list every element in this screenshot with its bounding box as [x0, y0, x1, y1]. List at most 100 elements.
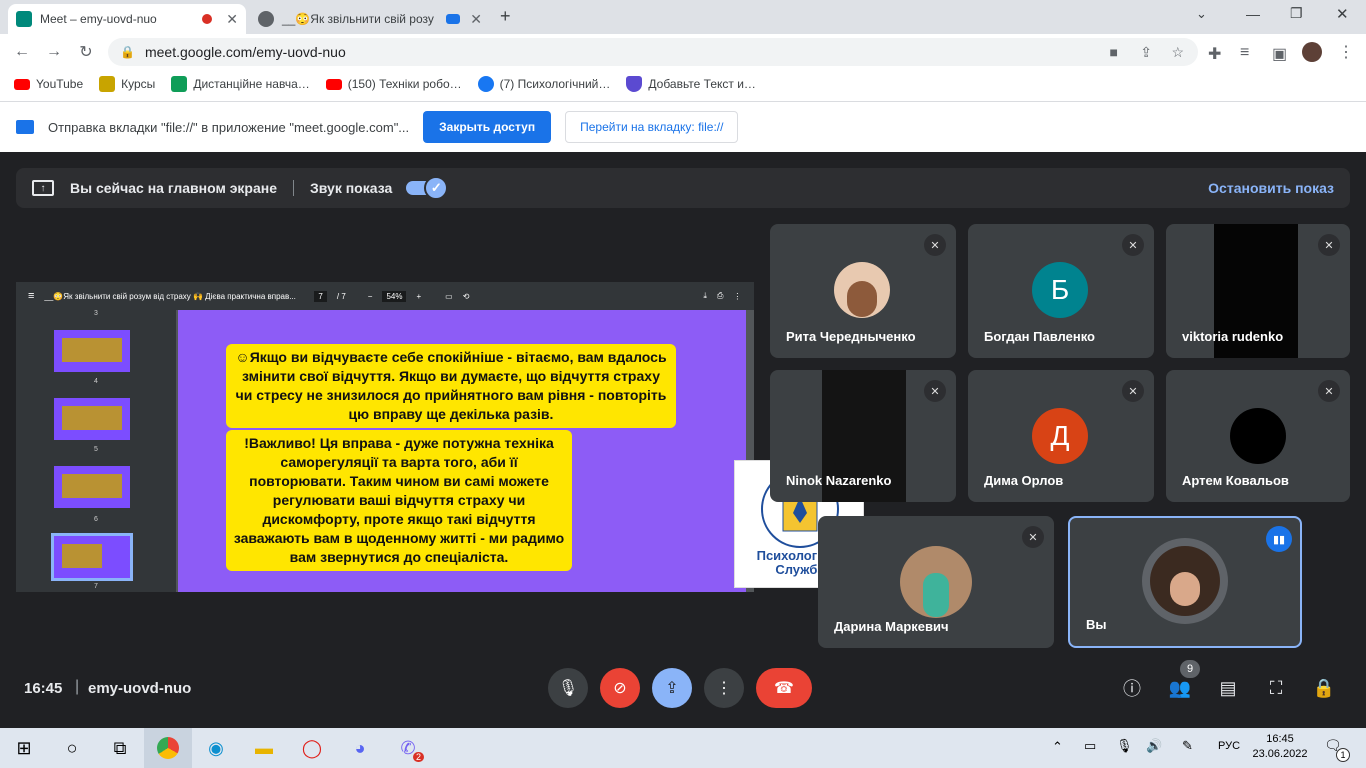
address-bar[interactable]: 🔒 meet.google.com/emy-uovd-nuo ■ ⇪ ☆ — [108, 38, 1198, 66]
zoom-in-icon[interactable]: + — [416, 292, 421, 301]
leave-call-button[interactable]: ☎ — [756, 668, 812, 708]
close-tab-icon[interactable]: ✕ — [226, 11, 238, 28]
participant-avatar — [1230, 408, 1286, 464]
zoom-out-icon[interactable]: − — [368, 292, 373, 301]
thumbnail-page[interactable] — [54, 466, 130, 508]
lock-icon: 🔒 — [120, 45, 135, 59]
thumbnail-page[interactable] — [54, 398, 130, 440]
share-icon[interactable]: ⇪ — [1140, 44, 1152, 61]
bookmark-psych[interactable]: (7) Психологічний… — [477, 76, 610, 92]
profile-avatar[interactable] — [1302, 42, 1322, 62]
meet-icon — [16, 11, 32, 27]
participant-tile[interactable]: ✕ viktoria rudenko — [1166, 224, 1350, 358]
file-explorer-icon[interactable]: ▬ — [240, 728, 288, 768]
thumb-label: 4 — [94, 378, 98, 385]
extensions-icon[interactable]: ✚ — [1208, 44, 1221, 64]
shield-icon — [626, 76, 643, 92]
close-access-button[interactable]: Закрыть доступ — [423, 111, 552, 143]
camera-off-button[interactable]: ⊘ — [600, 668, 640, 708]
mic-button[interactable]: 🎙 — [548, 668, 588, 708]
chrome-icon[interactable] — [144, 728, 192, 768]
new-tab-icon[interactable]: + — [500, 6, 511, 27]
tab-pdf[interactable]: __😳Як звільнити свій розу ✕ — [250, 4, 490, 34]
bookmark-youtube[interactable]: YouTube — [14, 77, 83, 91]
participant-tile[interactable]: ✕ Артем Ковальов — [1166, 370, 1350, 502]
infobar-text: Отправка вкладки "file://" в приложение … — [48, 119, 410, 135]
search-icon[interactable]: ○ — [48, 728, 96, 768]
bookmark-text[interactable]: Добавьте Текст и… — [626, 76, 756, 92]
minimize-icon[interactable]: — — [1246, 6, 1260, 22]
sound-toggle[interactable]: ✓ — [406, 176, 449, 200]
bookmark-distance[interactable]: Дистанційне навча… — [171, 76, 310, 92]
discord-icon[interactable]: ◕ — [336, 728, 384, 768]
language-indicator[interactable]: РУС — [1218, 740, 1240, 752]
info-icon[interactable]: ⓘ — [1120, 676, 1144, 700]
star-icon[interactable]: ☆ — [1171, 44, 1184, 61]
viber-icon[interactable]: ✆ 2 — [384, 728, 432, 768]
menu-icon[interactable]: ⋮ — [1338, 42, 1354, 62]
clock[interactable]: 16:45 23.06.2022 — [1250, 732, 1310, 762]
opera-icon[interactable]: ◯ — [288, 728, 336, 768]
download-icon[interactable]: ⤓ — [703, 291, 707, 301]
pdf-menu-icon[interactable]: ≡ — [28, 290, 34, 302]
participant-tile[interactable]: Б ✕ Богдан Павленко — [968, 224, 1154, 358]
pdf-more-icon[interactable]: ⋮ — [733, 292, 741, 301]
print-icon[interactable]: ⎙ — [717, 291, 723, 301]
forward-icon[interactable]: → — [38, 36, 70, 68]
clock-date: 23.06.2022 — [1252, 748, 1308, 760]
thumbnail-page[interactable] — [54, 330, 130, 372]
thumbnail-page-current[interactable] — [51, 533, 133, 581]
volume-icon[interactable]: 🔊 — [1146, 738, 1162, 754]
stop-presenting-button[interactable]: Остановить показ — [1208, 180, 1334, 196]
media-icon[interactable]: ≡ — [1240, 44, 1249, 62]
camera-icon[interactable]: ■ — [1110, 44, 1118, 60]
present-screen-icon: ↑ — [32, 180, 54, 196]
rotate-icon[interactable]: ⟲ — [463, 292, 470, 301]
tab-search-icon[interactable]: ⌄ — [1196, 6, 1207, 22]
windows-start-icon[interactable]: ⊞ — [0, 728, 48, 768]
clock-time: 16:45 — [1266, 733, 1294, 745]
globe-icon — [258, 11, 274, 27]
fit-page-icon[interactable]: ▭ — [445, 292, 453, 301]
pdf-page-input[interactable]: 7 — [314, 290, 327, 302]
more-options-button[interactable]: ⋮ — [704, 668, 744, 708]
participant-tile[interactable]: ✕ Рита Чередныченко — [770, 224, 956, 358]
pen-icon[interactable]: ✎ — [1182, 738, 1193, 754]
chat-icon[interactable]: ▤ — [1216, 676, 1240, 700]
edge-icon[interactable]: ◉ — [192, 728, 240, 768]
close-tab-icon[interactable]: ✕ — [470, 11, 482, 28]
participant-tile[interactable]: ✕ Дарина Маркевич — [818, 516, 1054, 648]
tray-chevron-icon[interactable]: ⌃ — [1052, 739, 1063, 755]
reload-icon[interactable]: ↻ — [70, 36, 102, 68]
task-view-icon[interactable]: ⧉ — [96, 728, 144, 768]
youtube-icon — [14, 78, 30, 90]
participant-name: Рита Чередныченко — [786, 329, 916, 344]
back-icon[interactable]: ← — [6, 36, 38, 68]
people-icon[interactable]: 👥 — [1168, 676, 1192, 700]
activities-icon[interactable]: ⛶ — [1264, 676, 1288, 700]
share-screen-icon — [16, 120, 34, 134]
thumb-label: 6 — [94, 516, 98, 523]
pdf-zoom[interactable]: 54% — [382, 290, 407, 302]
battery-icon[interactable]: ▭ — [1084, 738, 1096, 754]
sidepanel-icon[interactable]: ▣ — [1272, 44, 1287, 64]
pdf-slide: ☺Якщо ви відчуваєте себе спокійніше - ві… — [178, 310, 864, 592]
bookmark-techniques[interactable]: (150) Техніки робо… — [325, 77, 462, 91]
bookmark-courses[interactable]: Курсы — [99, 76, 155, 92]
restore-icon[interactable]: ❐ — [1290, 5, 1303, 22]
microphone-tray-icon[interactable]: 🎙 — [1116, 738, 1133, 754]
participant-tile[interactable]: Д ✕ Дима Орлов — [968, 370, 1154, 502]
participant-tile[interactable]: ✕ Ninok Nazarenko — [770, 370, 956, 502]
tab-meet[interactable]: Meet – emy-uovd-nuo ✕ — [8, 4, 246, 34]
mic-muted-icon: ✕ — [1318, 380, 1340, 402]
meeting-code: emy-uovd-nuo — [88, 680, 192, 697]
participant-name: viktoria rudenko — [1182, 329, 1284, 344]
present-button[interactable]: ⇪ — [652, 668, 692, 708]
participant-name: Ninok Nazarenko — [786, 473, 892, 488]
close-window-icon[interactable]: ✕ — [1336, 5, 1349, 23]
more-vert-icon: ⋮ — [716, 680, 732, 697]
self-tile[interactable]: ▮▮ Вы — [1068, 516, 1302, 648]
participant-avatar: Д — [1032, 408, 1088, 464]
host-controls-icon[interactable]: 🔒 — [1312, 676, 1336, 700]
go-to-tab-button[interactable]: Перейти на вкладку: file:// — [565, 111, 739, 143]
